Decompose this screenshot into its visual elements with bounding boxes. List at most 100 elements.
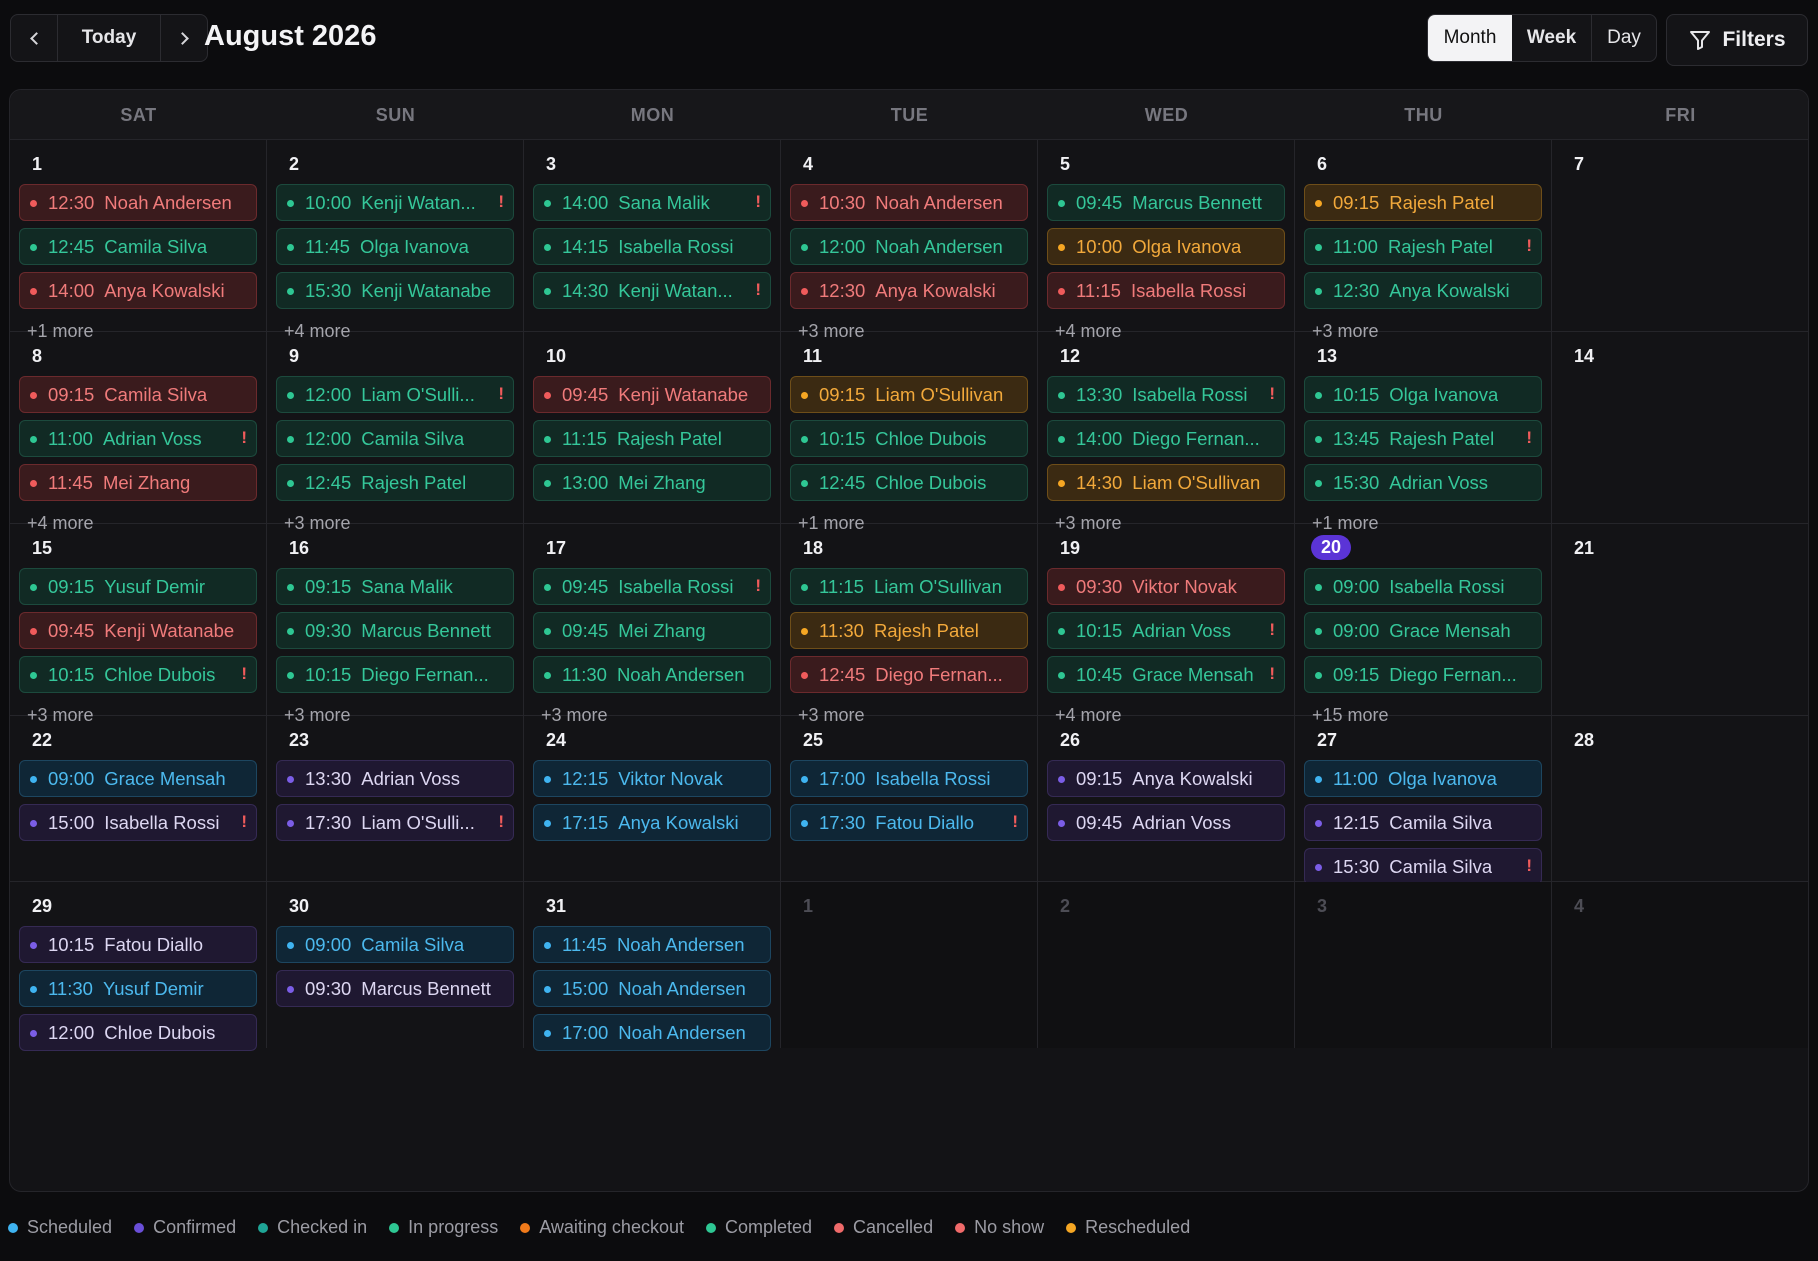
appointment-chip[interactable]: 12:45 Diego Fernan... (790, 656, 1028, 693)
appointment-chip[interactable]: 09:15 Sana Malik (276, 568, 514, 605)
appointment-chip[interactable]: 09:45 Marcus Bennett (1047, 184, 1285, 221)
appointment-chip[interactable]: 09:15 Camila Silva (19, 376, 257, 413)
day-cell[interactable]: 25 17:00 Isabella Rossi 17:30 Fatou Diallo! (781, 716, 1038, 881)
appointment-chip[interactable]: 09:45 Kenji Watanabe (533, 376, 771, 413)
day-cell[interactable]: 3 (1295, 882, 1552, 1048)
appointment-chip[interactable]: 14:00 Anya Kowalski (19, 272, 257, 309)
appointment-chip[interactable]: 11:45 Olga Ivanova (276, 228, 514, 265)
appointment-chip[interactable]: 14:00 Sana Malik! (533, 184, 771, 221)
day-cell[interactable]: 15 09:15 Yusuf Demir 09:45 Kenji Watanabe 10:… (10, 524, 267, 725)
next-month-button[interactable] (161, 15, 207, 61)
day-cell[interactable]: 4 (1552, 882, 1808, 1048)
appointment-chip[interactable]: 12:45 Chloe Dubois (790, 464, 1028, 501)
appointment-chip[interactable]: 10:15 Olga Ivanova (1304, 376, 1542, 413)
day-cell[interactable]: 17 09:45 Isabella Rossi! 09:45 Mei Zhang 11:3… (524, 524, 781, 725)
appointment-chip[interactable]: 13:00 Mei Zhang (533, 464, 771, 501)
day-cell[interactable]: 26 09:15 Anya Kowalski 09:45 Adrian Voss (1038, 716, 1295, 881)
appointment-chip[interactable]: 09:15 Anya Kowalski (1047, 760, 1285, 797)
day-cell[interactable]: 28 (1552, 716, 1808, 881)
appointment-chip[interactable]: 13:45 Rajesh Patel! (1304, 420, 1542, 457)
appointment-chip[interactable]: 09:00 Grace Mensah (19, 760, 257, 797)
appointment-chip[interactable]: 11:15 Rajesh Patel (533, 420, 771, 457)
appointment-chip[interactable]: 12:30 Anya Kowalski (1304, 272, 1542, 309)
appointment-chip[interactable]: 12:45 Camila Silva (19, 228, 257, 265)
appointment-chip[interactable]: 10:15 Diego Fernan... (276, 656, 514, 693)
day-cell[interactable]: 18 11:15 Liam O'Sullivan 11:30 Rajesh Patel 1… (781, 524, 1038, 725)
day-cell[interactable]: 14 (1552, 332, 1808, 523)
day-cell[interactable]: 10 09:45 Kenji Watanabe 11:15 Rajesh Patel 13… (524, 332, 781, 523)
view-day-button[interactable]: Day (1592, 15, 1656, 61)
view-week-button[interactable]: Week (1512, 15, 1592, 61)
appointment-chip[interactable]: 09:30 Marcus Bennett (276, 970, 514, 1007)
appointment-chip[interactable]: 13:30 Isabella Rossi! (1047, 376, 1285, 413)
previous-month-button[interactable] (11, 15, 57, 61)
appointment-chip[interactable]: 11:45 Noah Andersen (533, 926, 771, 963)
day-cell[interactable]: 23 13:30 Adrian Voss 17:30 Liam O'Sulli...! (267, 716, 524, 881)
day-cell[interactable]: 29 10:15 Fatou Diallo 11:30 Yusuf Demir 12:00… (10, 882, 267, 1051)
day-cell[interactable]: 1 12:30 Noah Andersen 12:45 Camila Silva 14:0… (10, 140, 267, 341)
day-cell[interactable]: 16 09:15 Sana Malik 09:30 Marcus Bennett 10:1… (267, 524, 524, 725)
appointment-chip[interactable]: 10:15 Adrian Voss! (1047, 612, 1285, 649)
appointment-chip[interactable]: 09:30 Viktor Novak (1047, 568, 1285, 605)
appointment-chip[interactable]: 09:45 Mei Zhang (533, 612, 771, 649)
appointment-chip[interactable]: 09:45 Kenji Watanabe (19, 612, 257, 649)
day-cell[interactable]: 30 09:00 Camila Silva 09:30 Marcus Bennett (267, 882, 524, 1048)
appointment-chip[interactable]: 13:30 Adrian Voss (276, 760, 514, 797)
appointment-chip[interactable]: 14:15 Isabella Rossi (533, 228, 771, 265)
view-month-button[interactable]: Month (1428, 15, 1512, 61)
appointment-chip[interactable]: 14:00 Diego Fernan... (1047, 420, 1285, 457)
appointment-chip[interactable]: 11:00 Rajesh Patel! (1304, 228, 1542, 265)
day-cell[interactable]: 7 (1552, 140, 1808, 331)
appointment-chip[interactable]: 09:15 Yusuf Demir (19, 568, 257, 605)
appointment-chip[interactable]: 11:45 Mei Zhang (19, 464, 257, 501)
day-cell[interactable]: 1 (781, 882, 1038, 1048)
appointment-chip[interactable]: 09:30 Marcus Bennett (276, 612, 514, 649)
filters-button[interactable]: Filters (1666, 14, 1808, 66)
appointment-chip[interactable]: 11:15 Liam O'Sullivan (790, 568, 1028, 605)
day-cell[interactable]: 9 12:00 Liam O'Sulli...! 12:00 Camila Silva 1… (267, 332, 524, 533)
appointment-chip[interactable]: 12:30 Anya Kowalski (790, 272, 1028, 309)
appointment-chip[interactable]: 11:30 Noah Andersen (533, 656, 771, 693)
appointment-chip[interactable]: 10:00 Kenji Watan...! (276, 184, 514, 221)
appointment-chip[interactable]: 12:15 Camila Silva (1304, 804, 1542, 841)
appointment-chip[interactable]: 15:00 Noah Andersen (533, 970, 771, 1007)
day-cell[interactable]: 6 09:15 Rajesh Patel 11:00 Rajesh Patel! 12:3… (1295, 140, 1552, 341)
appointment-chip[interactable]: 12:00 Chloe Dubois (19, 1014, 257, 1051)
appointment-chip[interactable]: 09:15 Liam O'Sullivan (790, 376, 1028, 413)
appointment-chip[interactable]: 12:00 Noah Andersen (790, 228, 1028, 265)
appointment-chip[interactable]: 09:15 Diego Fernan... (1304, 656, 1542, 693)
appointment-chip[interactable]: 12:45 Rajesh Patel (276, 464, 514, 501)
day-cell[interactable]: 2 10:00 Kenji Watan...! 11:45 Olga Ivanova 15… (267, 140, 524, 341)
appointment-chip[interactable]: 10:30 Noah Andersen (790, 184, 1028, 221)
day-cell[interactable]: 21 (1552, 524, 1808, 715)
appointment-chip[interactable]: 15:30 Camila Silva! (1304, 848, 1542, 885)
appointment-chip[interactable]: 14:30 Liam O'Sullivan (1047, 464, 1285, 501)
appointment-chip[interactable]: 11:15 Isabella Rossi (1047, 272, 1285, 309)
appointment-chip[interactable]: 17:30 Fatou Diallo! (790, 804, 1028, 841)
appointment-chip[interactable]: 10:15 Chloe Dubois! (19, 656, 257, 693)
appointment-chip[interactable]: 17:00 Isabella Rossi (790, 760, 1028, 797)
appointment-chip[interactable]: 17:30 Liam O'Sulli...! (276, 804, 514, 841)
appointment-chip[interactable]: 11:30 Rajesh Patel (790, 612, 1028, 649)
appointment-chip[interactable]: 17:15 Anya Kowalski (533, 804, 771, 841)
day-cell[interactable]: 11 09:15 Liam O'Sullivan 10:15 Chloe Dubois 1… (781, 332, 1038, 533)
day-cell[interactable]: 19 09:30 Viktor Novak 10:15 Adrian Voss! 10:4… (1038, 524, 1295, 725)
day-cell[interactable]: 27 11:00 Olga Ivanova 12:15 Camila Silva 15:3… (1295, 716, 1552, 885)
day-cell[interactable]: 8 09:15 Camila Silva 11:00 Adrian Voss! 11:45… (10, 332, 267, 533)
appointment-chip[interactable]: 09:45 Adrian Voss (1047, 804, 1285, 841)
day-cell[interactable]: 3 14:00 Sana Malik! 14:15 Isabella Rossi 14:3… (524, 140, 781, 331)
appointment-chip[interactable]: 09:00 Grace Mensah (1304, 612, 1542, 649)
appointment-chip[interactable]: 11:30 Yusuf Demir (19, 970, 257, 1007)
appointment-chip[interactable]: 11:00 Adrian Voss! (19, 420, 257, 457)
appointment-chip[interactable]: 12:30 Noah Andersen (19, 184, 257, 221)
day-cell[interactable]: 22 09:00 Grace Mensah 15:00 Isabella Rossi! (10, 716, 267, 881)
appointment-chip[interactable]: 15:30 Adrian Voss (1304, 464, 1542, 501)
day-cell[interactable]: 2 (1038, 882, 1295, 1048)
appointment-chip[interactable]: 12:00 Camila Silva (276, 420, 514, 457)
day-cell[interactable]: 12 13:30 Isabella Rossi! 14:00 Diego Fernan.… (1038, 332, 1295, 533)
day-cell[interactable]: 5 09:45 Marcus Bennett 10:00 Olga Ivanova 11:… (1038, 140, 1295, 341)
appointment-chip[interactable]: 17:00 Noah Andersen (533, 1014, 771, 1051)
day-cell[interactable]: 4 10:30 Noah Andersen 12:00 Noah Andersen 12:… (781, 140, 1038, 341)
appointment-chip[interactable]: 09:00 Isabella Rossi (1304, 568, 1542, 605)
day-cell[interactable]: 13 10:15 Olga Ivanova 13:45 Rajesh Patel! 15:… (1295, 332, 1552, 533)
